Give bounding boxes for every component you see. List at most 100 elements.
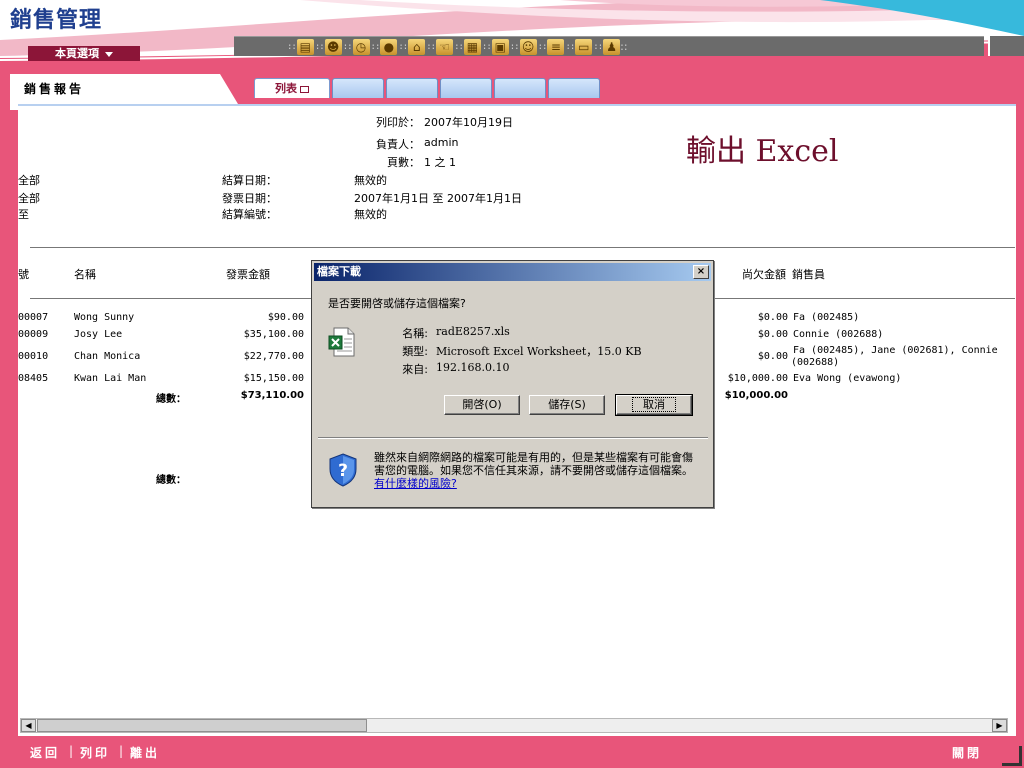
- file-source: 192.168.0.10: [436, 361, 510, 374]
- toolbar-item[interactable]: :: ▭: [564, 37, 593, 57]
- cancel-button[interactable]: 取消: [615, 394, 693, 416]
- notepad-icon[interactable]: ≡: [547, 38, 565, 55]
- close-button[interactable]: ×: [693, 265, 709, 279]
- cancel-button-label: 取消: [632, 397, 676, 412]
- file-type-label: 類型:: [402, 345, 428, 358]
- filter-fragment: 全部: [18, 192, 40, 205]
- security-shield-icon: ?: [329, 453, 357, 487]
- cell-name: Kwan Lai Man: [74, 373, 147, 384]
- owner-value: admin: [424, 136, 459, 149]
- tab-blank[interactable]: [548, 78, 600, 98]
- file-name: radE8257.xls: [436, 325, 510, 338]
- separator: |: [119, 744, 124, 758]
- pages-value: 1 之 1: [424, 156, 456, 169]
- cell-salesperson: Fa (002485): [793, 312, 860, 323]
- clipboard-icon[interactable]: ▣: [491, 38, 509, 55]
- open-button[interactable]: 開啓(O): [444, 395, 520, 415]
- cell-salesperson: Fa (002485), Jane (002681), Connie: [793, 345, 998, 356]
- scroll-right-icon[interactable]: ▶: [992, 719, 1007, 732]
- chevron-down-icon: [105, 51, 113, 57]
- cell-outstanding: $0.00: [757, 329, 788, 340]
- print-date-label: 列印於：: [376, 116, 420, 129]
- logout-link[interactable]: 離出: [130, 744, 160, 761]
- print-link[interactable]: 列印: [80, 744, 110, 761]
- scroll-left-icon[interactable]: ◀: [21, 719, 36, 732]
- cell-no: 00007: [18, 312, 49, 323]
- scroll-thumb[interactable]: [37, 719, 367, 732]
- window-icon: [300, 85, 309, 93]
- file-type: Microsoft Excel Worksheet，15.0 KB: [436, 345, 642, 358]
- divider: [30, 247, 1015, 248]
- settle-no-value: 無效的: [354, 208, 387, 221]
- toolbar-item[interactable]: :: ≡: [537, 37, 565, 57]
- cell-amount: $15,150.00: [243, 373, 304, 384]
- cell-amount: $90.00: [267, 312, 304, 323]
- house-icon[interactable]: ⌂: [408, 38, 426, 55]
- toolbar-item[interactable]: :: ☺: [509, 37, 537, 57]
- toolbar-separator: ::: [537, 41, 548, 52]
- dialog-titlebar[interactable]: 檔案下載 ×: [314, 263, 711, 281]
- toolbar-separator: ::: [370, 41, 381, 52]
- toolbar-separator: ::: [342, 41, 353, 52]
- clock-icon[interactable]: ◷: [352, 38, 370, 55]
- toolbar-separator: ::: [620, 40, 628, 53]
- back-link[interactable]: 返回: [30, 744, 60, 761]
- cell-amount: $22,770.00: [243, 351, 304, 362]
- toolbar-item[interactable]: :: ◷: [342, 37, 370, 57]
- toolbar-item[interactable]: :: ▣: [481, 37, 509, 57]
- file-download-dialog: 檔案下載 × 是否要開啓或儲存這個檔案? 名稱: radE8257.xls 類型…: [311, 260, 714, 508]
- app-title: 銷售管理: [10, 8, 103, 33]
- toolbar-item[interactable]: :: ⌂: [397, 37, 426, 57]
- toolbar-separator: ::: [454, 41, 464, 52]
- books-icon[interactable]: ▤: [296, 38, 314, 55]
- toolbar-separator: ::: [509, 41, 520, 52]
- toolbar-separator: ::: [481, 41, 492, 52]
- cell-salesperson-cont: (002688): [791, 357, 840, 368]
- column-header-name: 名稱: [74, 268, 96, 281]
- tab-blank[interactable]: [386, 78, 438, 98]
- close-link[interactable]: 關閉: [952, 744, 982, 761]
- users-icon[interactable]: ☻: [324, 38, 342, 55]
- coin-icon[interactable]: ●: [380, 38, 398, 55]
- owner-label: 負責人：: [376, 138, 420, 151]
- horizontal-scrollbar[interactable]: ◀ ▶: [20, 718, 1008, 733]
- page-options-label: 本頁選項: [55, 47, 99, 60]
- column-header-invoice-amount: 發票金額: [226, 268, 270, 281]
- tab-blank[interactable]: [440, 78, 492, 98]
- toolbar-separator: ::: [593, 41, 603, 52]
- group-icon[interactable]: ☺: [519, 38, 537, 55]
- column-header-salesperson: 銷售員: [792, 268, 825, 281]
- tab-list[interactable]: 列表: [254, 78, 330, 98]
- calculator-icon[interactable]: ▦: [463, 38, 481, 55]
- security-warning-text: 雖然來自網際網路的檔案可能是有用的，但是某些檔案有可能會傷害您的電腦。如果您不信…: [374, 451, 693, 477]
- hand-icon[interactable]: ☜: [436, 38, 454, 55]
- header: 銷售管理 本頁選項 :: ▤:: ☻:: ◷:: ●:: ⌂:: ☜:: ▦:: ▣:: ☺:: ≡…: [0, 0, 1024, 70]
- security-warning: 雖然來自網際網路的檔案可能是有用的，但是某些檔案有可能會傷害您的電腦。如果您不信…: [374, 451, 696, 490]
- risk-help-link[interactable]: 有什麼樣的風險?: [374, 477, 457, 490]
- column-header-outstanding: 尚欠金額: [742, 268, 786, 281]
- total-label: 總數：: [156, 475, 186, 486]
- people-icon[interactable]: ♟: [603, 38, 621, 55]
- dialog-divider: [318, 437, 708, 439]
- toolbar-item[interactable]: :: ▦: [453, 37, 481, 57]
- toolbar-end: [988, 36, 1024, 56]
- column-header-no: 號: [18, 268, 29, 281]
- settle-date-value: 無效的: [354, 174, 387, 187]
- toolbar-item[interactable]: :: ▤: [286, 37, 314, 57]
- tab-bar: 列表: [232, 78, 602, 102]
- monitor-icon[interactable]: ▭: [575, 38, 593, 55]
- toolbar-item[interactable]: :: ☻: [314, 37, 342, 57]
- filter-fragment: 至: [18, 208, 29, 221]
- cell-no: 00010: [18, 351, 49, 362]
- save-button[interactable]: 儲存(S): [529, 395, 605, 415]
- file-name-label: 名稱:: [402, 327, 428, 340]
- cell-name: Josy Lee: [74, 329, 123, 340]
- toolbar-item[interactable]: :: ●: [370, 37, 398, 57]
- separator: |: [69, 744, 74, 758]
- cell-salesperson: Connie (002688): [793, 329, 884, 340]
- toolbar-item[interactable]: :: ☜: [425, 37, 454, 57]
- tab-blank[interactable]: [494, 78, 546, 98]
- toolbar-item[interactable]: :: ♟: [592, 37, 621, 57]
- tab-blank[interactable]: [332, 78, 384, 98]
- page-options-menu[interactable]: 本頁選項: [28, 46, 140, 61]
